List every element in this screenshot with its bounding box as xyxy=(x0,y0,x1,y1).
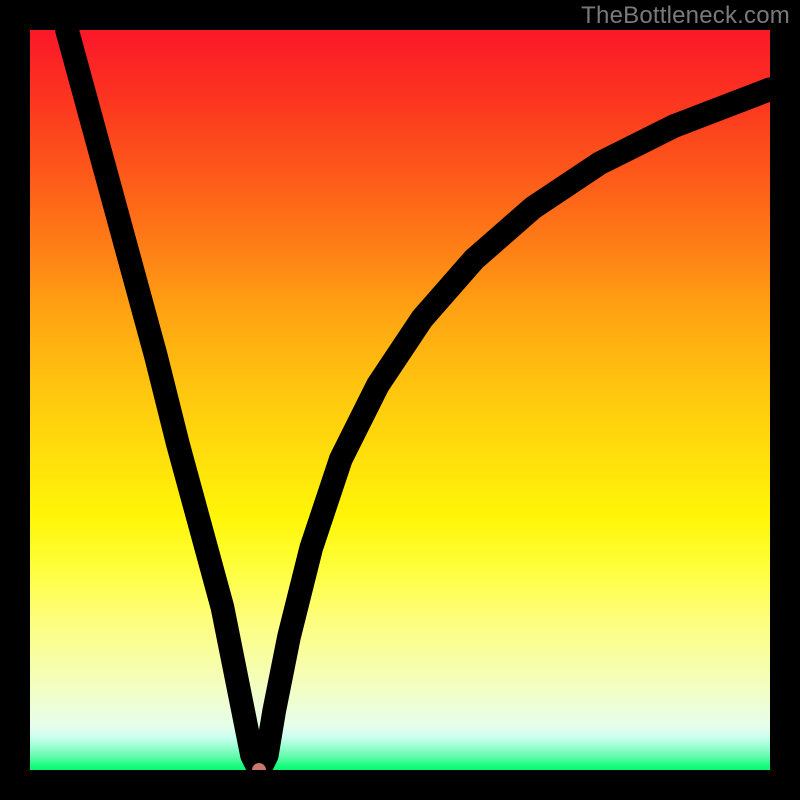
bottleneck-curve xyxy=(30,30,770,770)
chart-frame: TheBottleneck.com xyxy=(0,0,800,800)
plot-area xyxy=(30,30,770,770)
optimum-marker-dot xyxy=(252,763,266,770)
watermark-text: TheBottleneck.com xyxy=(581,2,790,30)
